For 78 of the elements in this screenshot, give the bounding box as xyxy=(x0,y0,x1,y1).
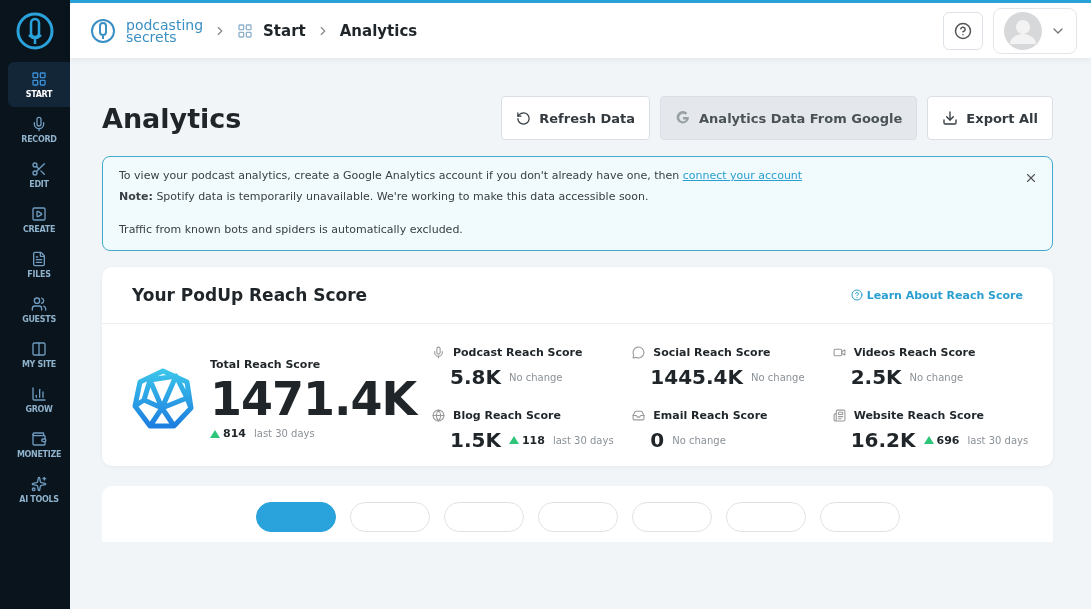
up-triangle-icon xyxy=(508,436,519,444)
breadcrumb: Analytics xyxy=(339,21,418,40)
start-icon xyxy=(237,22,254,39)
tab-pill[interactable] xyxy=(255,502,336,532)
sidebar-icon xyxy=(31,475,47,492)
notice-text: To view your podcast analytics, create a Google Analytics account if you don't already have one, then connect your account xyxy=(119,169,804,182)
sidebar-item[interactable]: EDIT xyxy=(8,152,70,197)
metric-value: 1.5K xyxy=(450,428,501,452)
metric-value: 0 xyxy=(650,428,665,452)
up-triangle-icon xyxy=(923,436,934,444)
trend-note: last 30 days xyxy=(552,434,614,446)
sidebar-icon xyxy=(31,250,47,267)
trend-note: last 30 days xyxy=(253,428,315,439)
help-button[interactable] xyxy=(943,11,983,50)
sidebar-icon xyxy=(31,385,47,402)
metric-icon xyxy=(832,346,846,359)
sidebar-item[interactable]: AI TOOLS xyxy=(8,467,70,512)
logo-text: podcasting xyxy=(126,18,204,31)
metric-icon xyxy=(432,346,445,359)
delta-value: 118 xyxy=(508,433,545,447)
notice-text: Note: Spotify data is temporarily unavailable. We're working to make this data accessible soon. xyxy=(119,190,650,203)
sidebar-item[interactable]: MONETIZE xyxy=(8,422,70,467)
breadcrumb[interactable]: Start xyxy=(263,21,306,40)
metric-value: 2.5K xyxy=(850,365,902,389)
sidebar-icon xyxy=(31,340,47,357)
sidebar-item[interactable]: FILES xyxy=(8,242,70,287)
sidebar-item[interactable]: CREATE xyxy=(8,197,70,242)
close-icon xyxy=(1024,171,1038,185)
metric-icon xyxy=(632,346,646,359)
metric-value: 16.2K xyxy=(850,428,916,452)
delta-value: 696 xyxy=(923,433,960,447)
metric-label: Website Reach Score xyxy=(853,409,985,422)
notice-text: Traffic from known bots and spiders is automatically excluded. xyxy=(119,223,464,236)
action-button[interactable]: Refresh Data xyxy=(501,96,651,140)
action-button[interactable]: Export All xyxy=(927,96,1053,140)
download-icon xyxy=(942,110,959,126)
help-icon xyxy=(850,289,863,301)
total-value: 1471.4K xyxy=(210,373,417,425)
up-triangle-icon xyxy=(210,429,220,438)
sidebar-icon xyxy=(31,115,47,132)
close-button[interactable] xyxy=(1024,171,1038,185)
trend-note: No change xyxy=(672,434,726,446)
sidebar-icon xyxy=(31,295,47,312)
card-title: Your PodUp Reach Score xyxy=(132,285,368,305)
logo-icon xyxy=(90,17,116,44)
sidebar-item[interactable]: GROW xyxy=(8,377,70,422)
delta-value: 814 xyxy=(210,427,246,440)
sidebar-item[interactable]: MY SITE xyxy=(8,332,70,377)
sidebar-icon xyxy=(31,205,47,222)
profile-button[interactable] xyxy=(993,7,1077,54)
metric-label: Blog Reach Score xyxy=(453,409,561,422)
metric-value: 1445.4K xyxy=(650,365,743,389)
sidebar-item[interactable]: RECORD xyxy=(8,107,70,152)
metric-icon xyxy=(432,409,445,422)
total-label: Total Reach Score xyxy=(210,358,322,371)
polyhedron-icon xyxy=(132,368,194,430)
sidebar-icon xyxy=(31,160,47,177)
metric-icon xyxy=(632,409,646,422)
g-letter-icon xyxy=(675,110,692,126)
trend-note: No change xyxy=(909,371,964,383)
help-icon xyxy=(954,21,972,40)
sidebar-item[interactable]: GUESTS xyxy=(8,287,70,332)
logo-icon xyxy=(15,11,55,51)
metric-label: Email Reach Score xyxy=(653,409,768,422)
metric-value: 5.8K xyxy=(450,365,501,389)
sidebar-item[interactable]: START xyxy=(8,62,70,107)
metric-label: Videos Reach Score xyxy=(853,346,976,359)
metric-label: Social Reach Score xyxy=(653,346,771,359)
trend-note: No change xyxy=(508,371,563,383)
trend-note: last 30 days xyxy=(967,434,1029,446)
metric-icon xyxy=(832,409,846,422)
sidebar-icon xyxy=(31,430,47,447)
refresh-icon xyxy=(516,110,532,126)
page-title: Analytics xyxy=(102,102,243,134)
metric-label: Podcast Reach Score xyxy=(453,346,583,359)
trend-note: No change xyxy=(751,371,805,383)
sidebar-icon xyxy=(31,70,47,87)
avatar-icon xyxy=(1004,11,1042,50)
